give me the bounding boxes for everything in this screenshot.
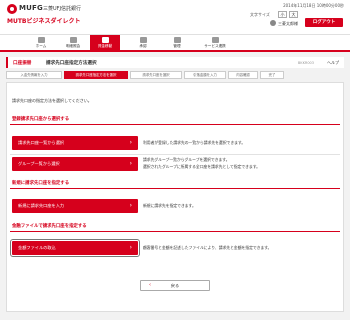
- screen-id: BKKR003: [297, 61, 314, 65]
- font-size-label: 文字サイズ: [250, 12, 270, 17]
- import-amount-file-button[interactable]: 金額ファイルの取込 ›: [10, 239, 140, 257]
- help-link[interactable]: ヘルプ: [327, 60, 339, 66]
- new-payer-description: 新規に請求先を指定できます。: [143, 203, 196, 208]
- transfer-icon: [101, 37, 109, 43]
- page-title: 口座振替: [13, 61, 32, 66]
- mufg-logo-icon: [7, 4, 17, 14]
- page-title-bar: 口座振替 請求先口座指定方法選択 BKKR003 ヘルプ: [6, 57, 344, 68]
- nav-item-statement[interactable]: 明細照会: [58, 35, 88, 51]
- service-name: MUTBビジネスダイレクト: [7, 18, 81, 25]
- section-heading-registered: 登録請求先口座から選択する: [10, 116, 340, 125]
- chevron-right-icon: ›: [129, 202, 132, 209]
- admin-icon: [173, 37, 181, 43]
- step-4: 引落金額を入力: [184, 71, 226, 79]
- font-size-large-button[interactable]: 大: [289, 11, 298, 18]
- service-link-icon: [211, 37, 219, 43]
- chevron-left-icon: ‹: [149, 282, 151, 288]
- payer-list-description: 利用者が登録した請求先の一覧から請求先を選択できます。: [143, 140, 246, 145]
- select-from-payer-list-button[interactable]: 請求先口座一覧から選択 ›: [12, 136, 138, 150]
- chevron-right-icon: ›: [129, 244, 132, 251]
- section-heading-new: 新規に請求先口座を指定する: [10, 180, 340, 189]
- chevron-right-icon: ›: [129, 160, 132, 167]
- step-3: 請求先口座を選択: [130, 71, 182, 79]
- font-size-small-button[interactable]: 小: [278, 11, 287, 18]
- global-nav: ホーム 明細照会 資金移動 承認 管理 サービス連携: [0, 34, 350, 52]
- user-name[interactable]: 三菱太郎様: [278, 21, 298, 27]
- step-6: 完了: [260, 71, 284, 79]
- chevron-right-icon: ›: [129, 139, 132, 146]
- group-list-description-2: 選択されたグループに所属する全口座を請求先として指定できます。: [143, 164, 260, 169]
- nav-item-admin[interactable]: 管理: [162, 35, 192, 51]
- instruction-text: 請求先口座の指定方法を選択してください。: [12, 98, 92, 103]
- group-list-description-1: 請求先グループ一覧からグループを選択できます。: [143, 157, 230, 162]
- select-from-group-list-button[interactable]: グループ一覧から選択 ›: [12, 157, 138, 171]
- divider: [10, 154, 340, 155]
- step-1: 入金先情報を入力: [6, 71, 62, 79]
- enter-new-payer-button[interactable]: 新規に請求先口座を入力 ›: [12, 199, 138, 213]
- statement-icon: [69, 37, 77, 43]
- brand-name: MUFG: [19, 4, 43, 12]
- header: MUFG 三菱UFJ信託銀行 MUTBビジネスダイレクト 2014年11月18日…: [0, 0, 350, 34]
- nav-item-transfer[interactable]: 資金移動: [90, 35, 120, 51]
- back-button[interactable]: ‹ 戻る: [140, 280, 210, 291]
- home-icon: [37, 37, 45, 43]
- nav-item-approval[interactable]: 承認: [128, 35, 158, 51]
- step-2: 請求先口座指定方法を選択: [64, 71, 128, 79]
- step-indicator: 入金先情報を入力 請求先口座指定方法を選択 請求先口座を選択 引落金額を入力 内…: [6, 71, 344, 79]
- nav-item-service-link[interactable]: サービス連携: [198, 35, 232, 51]
- approval-icon: [139, 37, 147, 43]
- user-icon: [270, 20, 276, 26]
- step-5: 内容確認: [228, 71, 258, 79]
- login-datetime: 2014年11月18日 10時00分00秒: [283, 3, 344, 8]
- amount-file-description: 顧客番号と金額を記述したファイルにより、請求先と金額を指定できます。: [143, 245, 272, 250]
- logout-button[interactable]: ログアウト: [305, 18, 343, 27]
- nav-item-home[interactable]: ホーム: [26, 35, 56, 51]
- page-subtitle: 請求先口座指定方法選択: [46, 61, 97, 66]
- section-heading-file: 金融ファイルで請求先口座を指定する: [10, 223, 340, 232]
- bank-name: 三菱UFJ信託銀行: [43, 6, 82, 12]
